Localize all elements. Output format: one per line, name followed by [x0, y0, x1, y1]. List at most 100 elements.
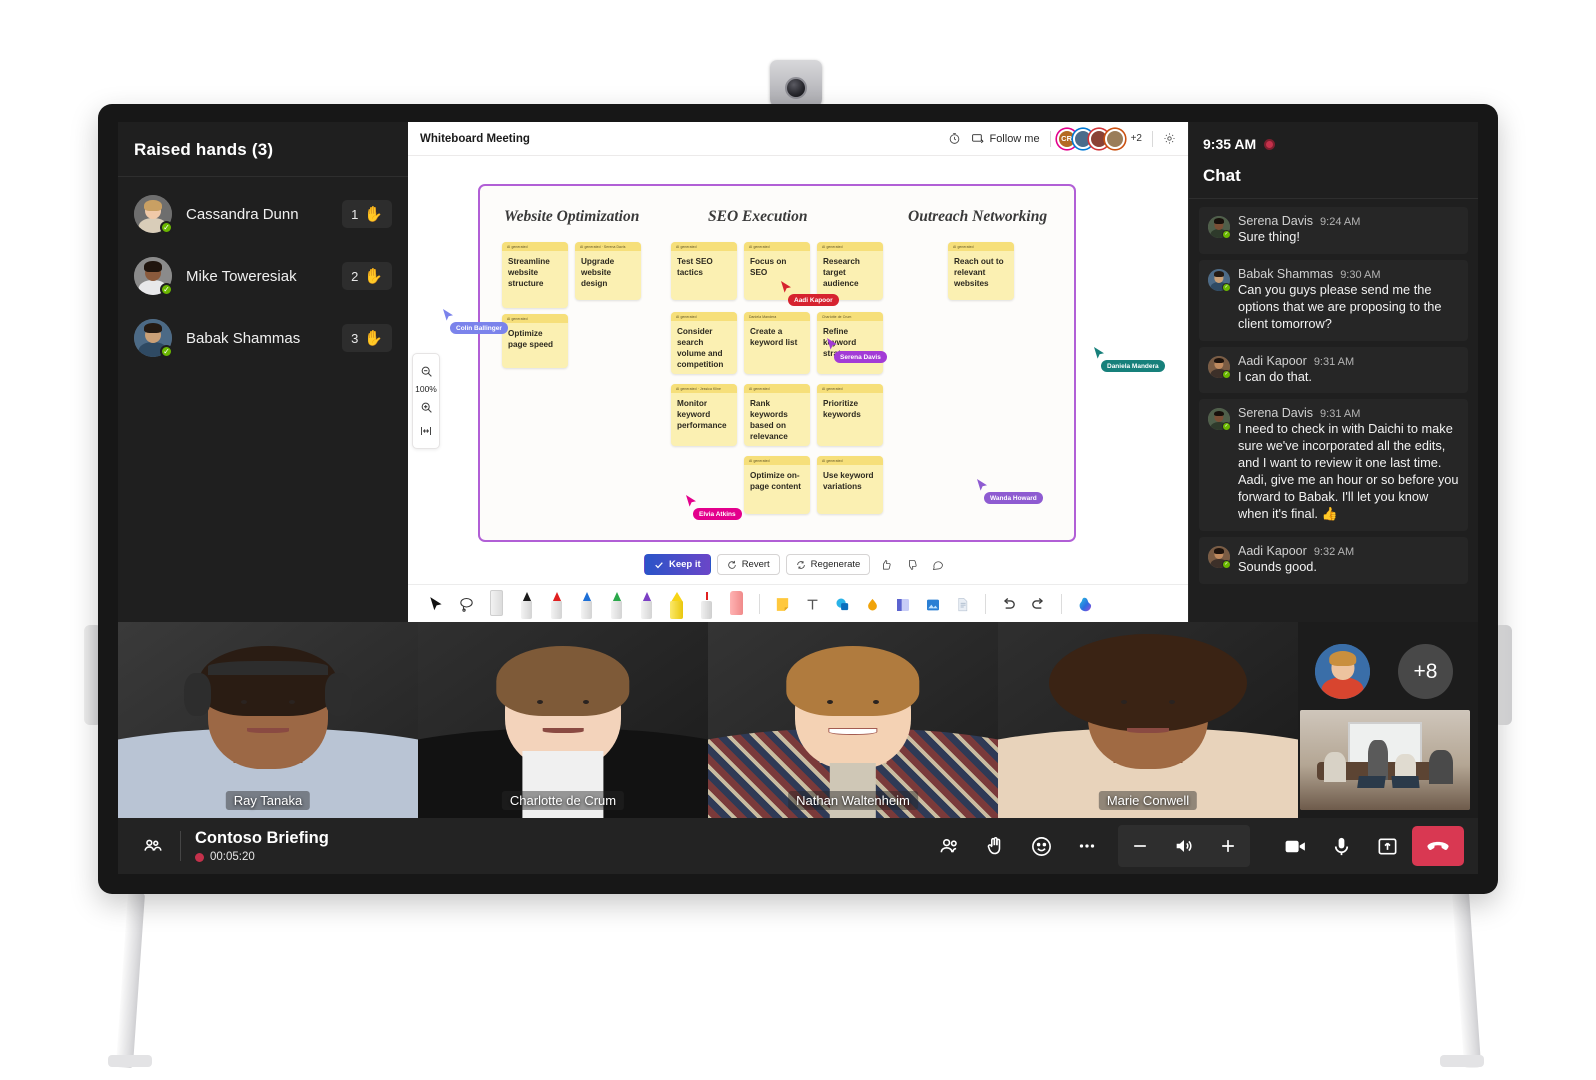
image-tool[interactable] [918, 589, 947, 619]
copilot-button[interactable] [1070, 589, 1099, 619]
sticky-note[interactable]: AI generated Rank keywords based on rele… [744, 384, 810, 446]
raised-hand-row[interactable]: ✓ Cassandra Dunn 1 ✋ [118, 183, 408, 245]
facepile[interactable]: CR +2 [1056, 128, 1142, 149]
clock: 9:35 AM [1189, 122, 1478, 152]
keep-it-button[interactable]: Keep it [644, 554, 711, 575]
divider [180, 831, 181, 861]
volume-down-button[interactable] [1118, 825, 1162, 867]
sticky-note[interactable]: Daniela Mandera Create a keyword list [744, 312, 810, 374]
zoom-in-button[interactable] [415, 396, 437, 418]
redo-button[interactable] [1024, 589, 1053, 619]
chat-message: ✓ Serena Davis 9:24 AM Sure thing! [1199, 207, 1468, 254]
undo-button[interactable] [994, 589, 1023, 619]
whiteboard-title: Whiteboard Meeting [420, 132, 530, 145]
raised-hand-order: 1 [351, 206, 359, 222]
raise-hand-button[interactable] [974, 825, 1016, 867]
laser-pointer-tool[interactable] [692, 589, 721, 619]
divider [1061, 593, 1062, 614]
video-tile[interactable]: Ray Tanaka [118, 622, 418, 818]
thumbs-down-icon[interactable] [902, 555, 922, 575]
raised-hand-badge: 2 ✋ [342, 262, 392, 290]
sticky-note[interactable]: AI generated Test SEO tactics [671, 242, 737, 300]
sticky-note[interactable]: AI generated Research target audience [817, 242, 883, 300]
more-options-button[interactable] [1066, 825, 1108, 867]
pen-green[interactable] [602, 589, 631, 619]
facepile-avatar[interactable] [1104, 128, 1125, 149]
text-tool[interactable] [798, 589, 827, 619]
overflow-participants: +8 [1298, 622, 1478, 818]
divider [759, 593, 760, 614]
shapes-tool[interactable] [828, 589, 857, 619]
zoom-out-button[interactable] [415, 360, 437, 382]
pen-black[interactable] [512, 589, 541, 619]
highlighter-yellow[interactable] [662, 589, 691, 619]
sticky-note[interactable]: AI generated Prioritize keywords [817, 384, 883, 446]
pen-purple[interactable] [632, 589, 661, 619]
video-tile[interactable]: Nathan Waltenheim [708, 622, 998, 818]
chat-timestamp: 9:30 AM [1340, 268, 1381, 281]
avatar: ✓ [1208, 355, 1231, 379]
sticky-note[interactable]: AI generated · Serena Davis Upgrade webs… [575, 242, 641, 300]
sticky-note[interactable]: AI generated Reach out to relevant websi… [948, 242, 1014, 300]
sticky-note[interactable]: AI generated Use keyword variations [817, 456, 883, 514]
sticky-note[interactable]: AI generated Consider search volume and … [671, 312, 737, 374]
avatar[interactable] [1315, 644, 1370, 699]
cursor-tool[interactable] [422, 589, 451, 619]
feedback-icon[interactable] [928, 555, 948, 575]
raised-hand-row[interactable]: ✓ Mike Toweresiak 2 ✋ [118, 245, 408, 307]
sticky-note-tool[interactable] [768, 589, 797, 619]
eraser-tool[interactable] [722, 589, 751, 619]
sticky-note-header: AI generated [744, 456, 810, 466]
hang-up-button[interactable] [1412, 826, 1464, 866]
revert-button[interactable]: Revert [716, 554, 780, 575]
avatar: ✓ [134, 319, 173, 358]
ruler-tool[interactable] [482, 589, 511, 619]
microphone-button[interactable] [1320, 825, 1362, 867]
video-tile[interactable]: Charlotte de Crum [418, 622, 708, 818]
device-leg-right [1452, 892, 1482, 1069]
document-tool[interactable] [948, 589, 977, 619]
pen-blue[interactable] [572, 589, 601, 619]
chat-timestamp: 9:31 AM [1320, 408, 1361, 421]
share-screen-button[interactable] [1366, 825, 1408, 867]
thumbs-up-icon[interactable] [876, 555, 896, 575]
pen-red[interactable] [542, 589, 571, 619]
presence-available-icon: ✓ [1222, 369, 1231, 379]
timer-icon[interactable] [948, 132, 961, 145]
presence-available-icon: ✓ [1222, 282, 1231, 292]
ink-color-tool[interactable] [858, 589, 887, 619]
template-tool[interactable] [888, 589, 917, 619]
lasso-select-tool[interactable] [452, 589, 481, 619]
raised-hand-icon: ✋ [364, 206, 383, 223]
raised-hand-row[interactable]: ✓ Babak Shammas 3 ✋ [118, 307, 408, 369]
sticky-note-text: Test SEO tactics [677, 257, 713, 278]
sticky-note-header: AI generated [671, 312, 737, 322]
room-video-tile[interactable] [1300, 710, 1470, 810]
speaker-button[interactable] [1162, 825, 1206, 867]
people-button[interactable] [928, 825, 970, 867]
regenerate-button[interactable]: Regenerate [785, 554, 871, 575]
reactions-button[interactable] [1020, 825, 1062, 867]
facepile-overflow[interactable]: +2 [1131, 133, 1142, 144]
camera-button[interactable] [1274, 825, 1316, 867]
people-roster-icon[interactable] [132, 825, 174, 867]
sticky-note[interactable]: AI generated Optimize on-page content [744, 456, 810, 514]
sticky-note[interactable]: AI generated Optimize page speed [502, 314, 568, 368]
sticky-note[interactable]: AI generated Streamline website structur… [502, 242, 568, 308]
fit-to-screen-button[interactable] [415, 420, 437, 442]
chat-message-list[interactable]: ✓ Serena Davis 9:24 AM Sure thing! ✓ Bab… [1189, 199, 1478, 584]
overflow-count-badge[interactable]: +8 [1398, 644, 1453, 699]
sticky-note-header: AI generated [502, 314, 568, 324]
gear-icon[interactable] [1163, 132, 1176, 145]
video-tile[interactable]: Marie Conwell [998, 622, 1298, 818]
presence-available-icon: ✓ [160, 283, 173, 296]
sticky-note-text: Focus on SEO [750, 257, 787, 278]
sticky-note[interactable]: AI generated · Jessica Kline Monitor key… [671, 384, 737, 446]
screen: Raised hands (3) ✓ Cassandra Dunn 1 ✋ ✓ … [118, 122, 1478, 874]
follow-me-button[interactable]: Follow me [971, 132, 1040, 145]
sticky-note-text: Create a keyword list [750, 327, 798, 348]
volume-controls [1118, 825, 1250, 867]
volume-up-button[interactable] [1206, 825, 1250, 867]
sticky-note[interactable]: AI generated Focus on SEO [744, 242, 810, 300]
whiteboard-canvas[interactable]: 100% Website Optimization SEO Execution … [408, 156, 1188, 584]
